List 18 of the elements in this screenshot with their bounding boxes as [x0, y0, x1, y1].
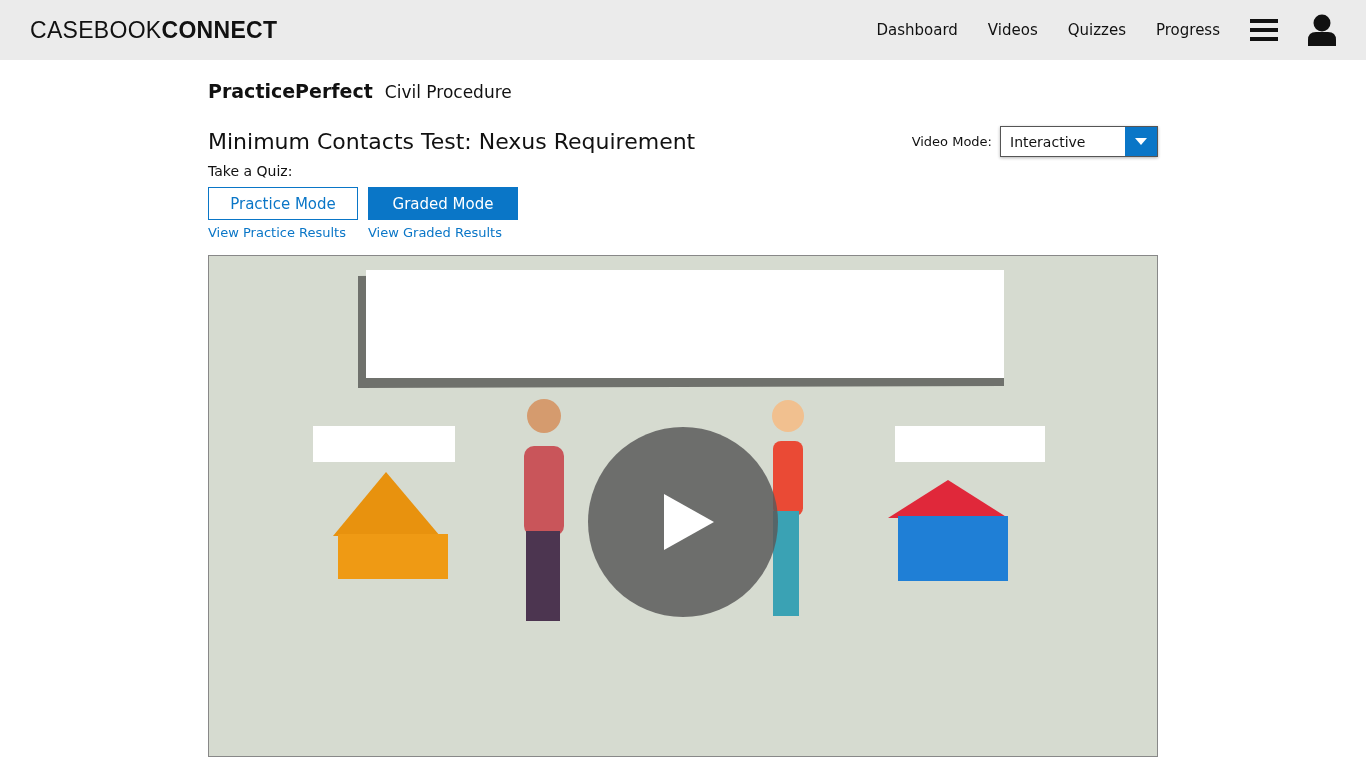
lesson-title: Minimum Contacts Test: Nexus Requirement: [208, 129, 696, 154]
quiz-label: Take a Quiz:: [208, 163, 294, 179]
user-icon[interactable]: [1308, 14, 1336, 46]
nav-link[interactable]: Dashboard: [876, 21, 958, 39]
caret-icon: [1135, 138, 1147, 145]
video-mode-label: Video Mode:: [911, 134, 992, 149]
menu-icon[interactable]: [1250, 18, 1278, 42]
logo[interactable]: CASEBOOKCONNECT: [30, 16, 278, 44]
nav-link[interactable]: Progress: [1156, 21, 1220, 39]
quiz-mode-button[interactable]: Practice Mode: [208, 187, 358, 220]
video-mode-dropdown[interactable]: Interactive: [1000, 126, 1158, 157]
nav-link[interactable]: Videos: [987, 21, 1038, 39]
nav-link[interactable]: Quizzes: [1067, 21, 1126, 39]
results-link[interactable]: View Practice Results: [208, 225, 358, 240]
subject-name: Civil Procedure: [384, 82, 512, 102]
quiz-mode-button[interactable]: Graded Mode: [368, 187, 518, 220]
product-name: PracticePerfect: [208, 80, 373, 102]
results-link[interactable]: View Graded Results: [368, 225, 518, 240]
